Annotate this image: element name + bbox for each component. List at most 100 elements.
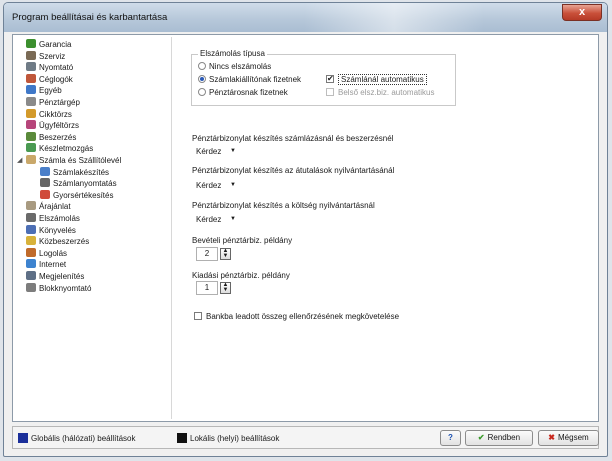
footer-bar: Globális (hálózati) beállítások Lokális … xyxy=(12,426,599,449)
customers-icon xyxy=(26,120,36,130)
tree-item-label: Árajánlat xyxy=(39,202,71,212)
auto-invoice-checkbox[interactable]: Számlánál automatikus xyxy=(326,73,427,85)
checkmark-icon: ✔ xyxy=(477,433,485,442)
tree-item-label: Logolás xyxy=(39,248,68,258)
tree-item-label: Számlakészítés xyxy=(53,167,110,177)
tree-item-label: Számla és Szállítólevél xyxy=(39,156,122,165)
receipt-invoice-value: Kérdez xyxy=(196,147,222,156)
checkbox-box-checked xyxy=(326,73,334,84)
cash-register-icon xyxy=(26,97,36,106)
purchase-icon xyxy=(26,131,36,141)
outgoing-copies-label: Kiadási pénztárbiz. példány xyxy=(192,271,290,280)
tree-item-label: Megjelenítés xyxy=(39,272,85,281)
tree-item[interactable]: Cikktörzs xyxy=(26,108,72,121)
cancel-button-label: Mégsem xyxy=(558,433,589,442)
tree-item-label: Céglogók xyxy=(39,74,73,84)
ok-button[interactable]: ✔ Rendben xyxy=(465,430,533,446)
receipt-cost-label: Pénztárbizonylat készítés a költség nyil… xyxy=(192,201,375,210)
chevron-down-icon: ▼ xyxy=(230,216,236,222)
tree-item[interactable]: Pénztárgép xyxy=(26,97,80,109)
global-settings-label: Globális (hálózati) beállítások xyxy=(31,434,136,443)
receipt-transfer-dropdown[interactable]: Kérdez ▼ xyxy=(192,179,240,192)
tree-item-label: Cikktörzs xyxy=(39,109,72,119)
receipt-invoice-label: Pénztárbizonylat készítés számlázásnál é… xyxy=(192,134,394,143)
internal-auto-checkbox[interactable]: Belső elsz.biz. automatikus xyxy=(326,87,435,98)
radio-circle-selected xyxy=(198,75,206,83)
tree-item[interactable]: Ügyféltörzs xyxy=(26,120,79,132)
tree-item[interactable]: Beszerzés xyxy=(26,131,76,144)
settings-tree[interactable]: Garancia Szerviz Nyomtató Céglogók Egyéb Pénz… xyxy=(16,37,172,419)
outgoing-copies-value[interactable]: 1 xyxy=(196,281,218,295)
tree-item[interactable]: Logolás xyxy=(26,247,68,260)
tree-item[interactable]: Készletmozgás xyxy=(26,143,93,155)
window-title: Program beállításai és karbantartása xyxy=(12,12,168,23)
tree-item[interactable]: Közbeszerzés xyxy=(26,236,89,248)
tree-item[interactable]: Blokknyomtató xyxy=(26,282,91,295)
help-icon: ? xyxy=(448,433,453,442)
help-button[interactable]: ? xyxy=(440,430,461,446)
internet-icon xyxy=(26,259,36,269)
tree-item[interactable]: Árajánlat xyxy=(26,201,71,213)
tree-item[interactable]: Számlakészítés xyxy=(40,166,110,179)
tree-item[interactable]: Egyéb xyxy=(26,85,62,97)
radio-cashier-label: Pénztárosnak fizetnek xyxy=(209,88,288,97)
radio-circle xyxy=(198,62,206,70)
radio-invoice-issuer[interactable]: Számlakiállítónak fizetnek xyxy=(198,74,301,85)
expand-arrow-icon[interactable]: ◢ xyxy=(17,155,22,167)
tree-item[interactable]: Számlanyomtatás xyxy=(40,178,117,190)
service-icon xyxy=(26,50,36,60)
tree-item[interactable]: Elszámolás xyxy=(26,213,80,225)
tree-item-label: Internet xyxy=(39,260,67,270)
radio-circle xyxy=(198,88,206,96)
spin-arrows-icon[interactable]: ▲ ▼ xyxy=(220,248,231,260)
invoice-icon xyxy=(26,155,36,164)
cancel-button[interactable]: ✖ Mégsem xyxy=(538,430,599,446)
tree-item[interactable]: Nyomtató xyxy=(26,62,73,74)
logging-icon xyxy=(26,247,36,257)
receipt-cost-value: Kérdez xyxy=(196,215,222,224)
radio-cashier[interactable]: Pénztárosnak fizetnek xyxy=(198,87,288,98)
receipt-printer-icon xyxy=(26,282,36,292)
tree-item[interactable]: Gyorsértékesítés xyxy=(40,189,113,202)
misc-icon xyxy=(26,85,36,95)
tree-item[interactable]: Szerviz xyxy=(26,50,66,63)
incoming-copies-stepper: 2 ▲ ▼ xyxy=(192,247,237,261)
global-color-swatch xyxy=(18,433,28,443)
invoice-print-icon xyxy=(40,178,50,188)
receipt-transfer-label: Pénztárbizonylat készítés az átutalások … xyxy=(192,166,395,175)
local-color-swatch xyxy=(177,433,187,443)
tree-item-label: Szerviz xyxy=(39,51,66,61)
checkbox-box xyxy=(326,88,334,96)
items-icon xyxy=(26,108,36,118)
quick-sale-icon xyxy=(40,189,50,199)
receipt-cost-dropdown[interactable]: Kérdez ▼ xyxy=(192,213,240,226)
tree-item[interactable]: Garancia xyxy=(26,39,71,51)
tree-item-label: Garancia xyxy=(39,40,72,49)
spin-arrows-icon[interactable]: ▲ ▼ xyxy=(220,282,231,294)
tree-item[interactable]: Céglogók xyxy=(26,73,73,86)
receipt-transfer-value: Kérdez xyxy=(196,181,222,190)
title-bar-glow xyxy=(304,3,484,32)
content-panel: Garancia Szerviz Nyomtató Céglogók Egyéb Pénz… xyxy=(12,34,599,422)
tree-item-label: Számlanyomtatás xyxy=(53,179,117,189)
tree-item[interactable]: Internet xyxy=(26,259,66,271)
tree-item[interactable]: Könyvelés xyxy=(26,224,76,237)
internal-auto-label: Belső elsz.biz. automatikus xyxy=(338,88,435,97)
tree-item[interactable]: ◢ Számla és Szállítólevél xyxy=(17,155,122,167)
settings-main: Elszámolás típusa Nincs elszámolás Száml… xyxy=(183,35,598,421)
close-button[interactable]: x xyxy=(562,4,602,21)
tree-item-label: Nyomtató xyxy=(39,63,74,73)
radio-no-settlement[interactable]: Nincs elszámolás xyxy=(198,61,271,72)
bank-check-checkbox[interactable]: Bankba leadott összeg ellenőrzésének meg… xyxy=(194,311,399,322)
receipt-invoice-dropdown[interactable]: Kérdez ▼ xyxy=(192,145,240,158)
stock-icon xyxy=(26,143,36,153)
checkbox-box xyxy=(194,312,202,320)
settings-window: Program beállításai és karbantartása x G… xyxy=(3,2,608,457)
incoming-copies-value[interactable]: 2 xyxy=(196,247,218,261)
display-icon xyxy=(26,271,36,280)
tree-item[interactable]: Megjelenítés xyxy=(26,271,84,283)
bank-check-label: Bankba leadott összeg ellenőrzésének meg… xyxy=(206,312,400,321)
title-bar[interactable]: Program beállításai és karbantartása x xyxy=(4,3,607,32)
settlement-type-legend: Elszámolás típusa xyxy=(198,49,267,58)
auto-invoice-label: Számlánál automatikus xyxy=(338,74,427,85)
